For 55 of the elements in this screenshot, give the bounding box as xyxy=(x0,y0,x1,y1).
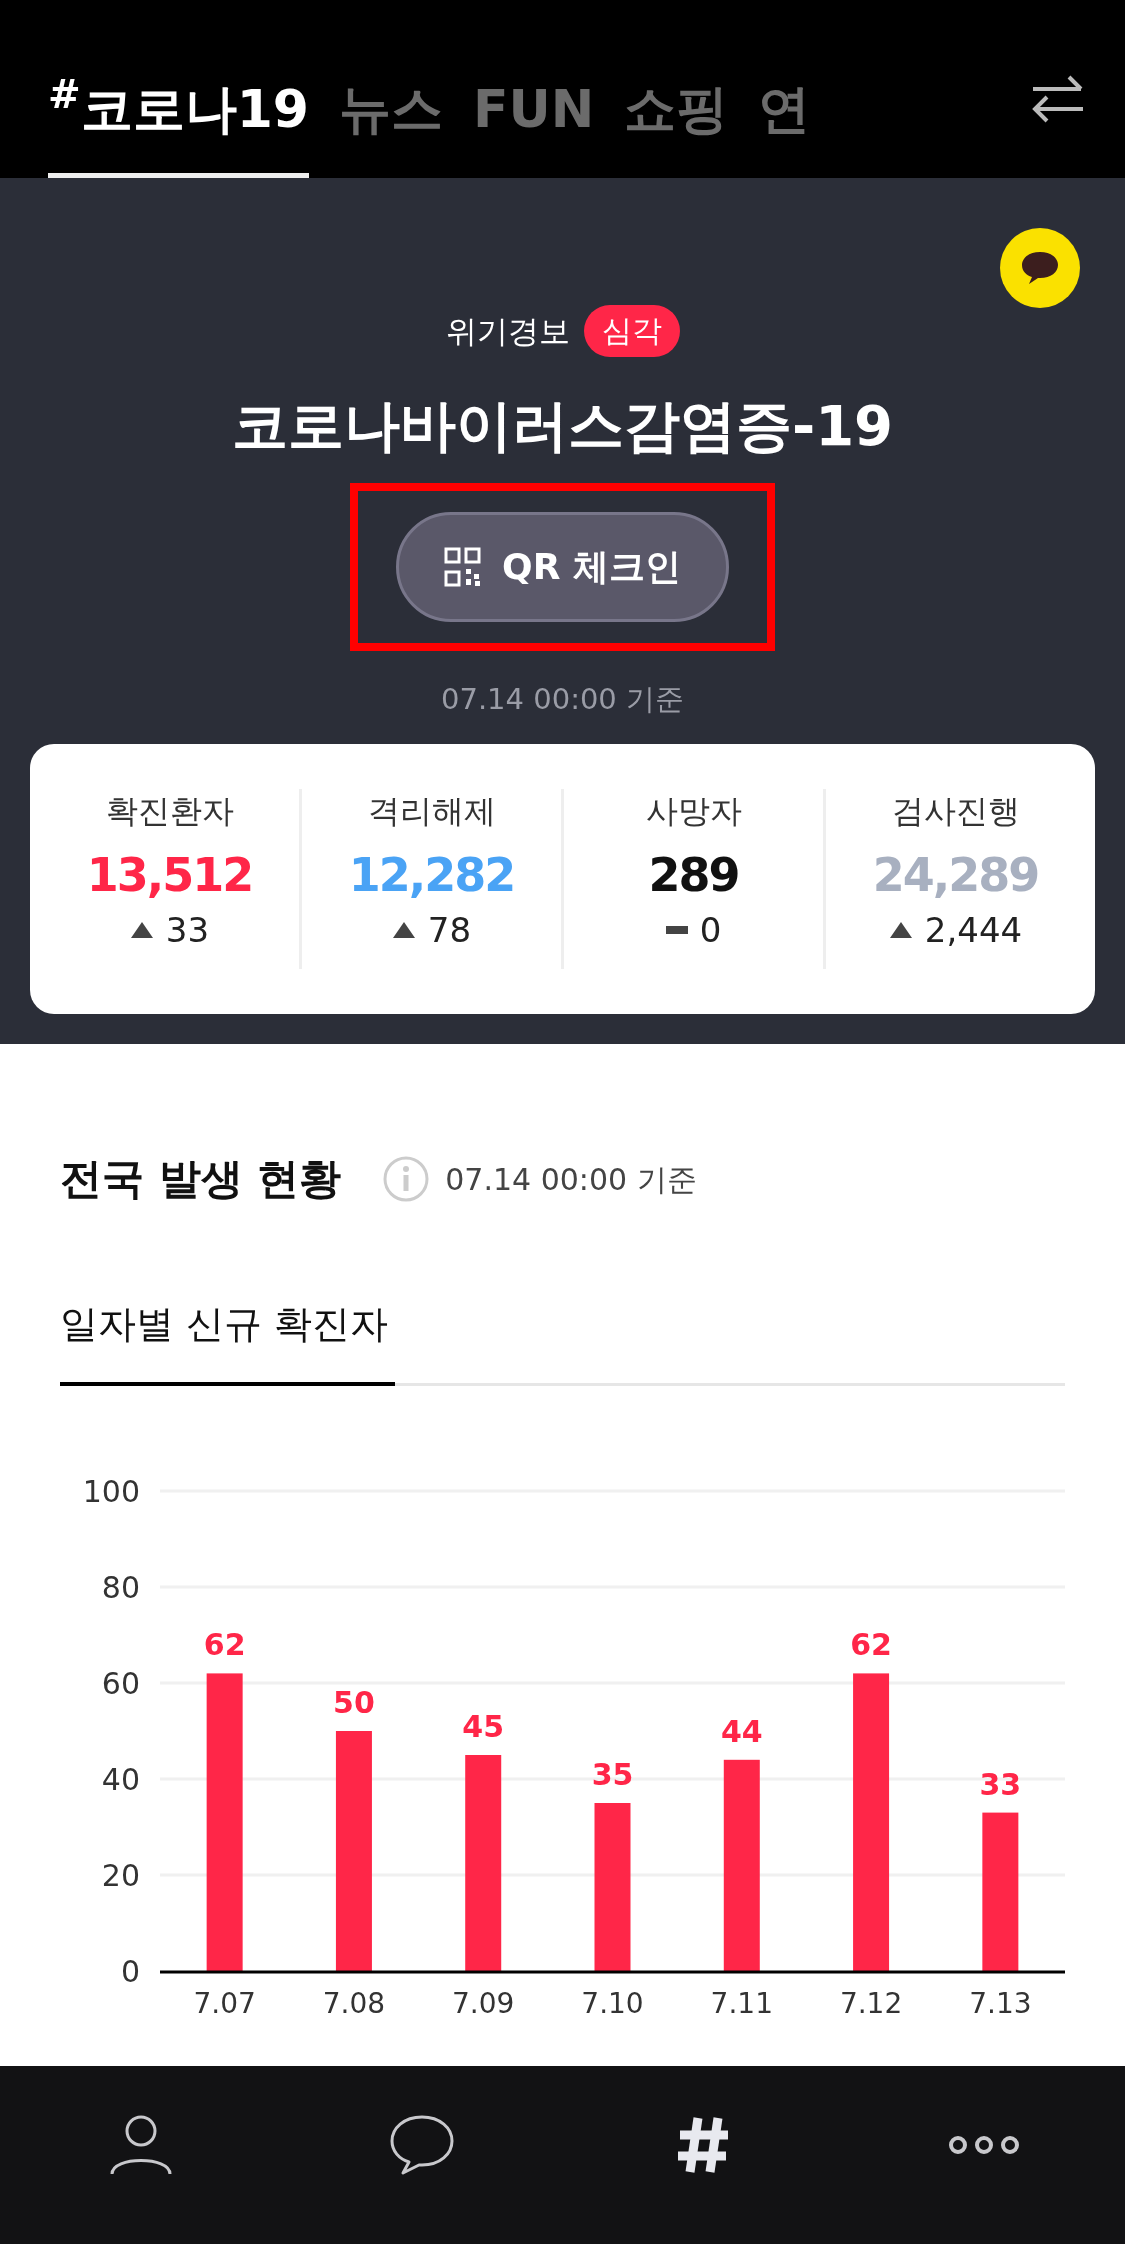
stat-delta: 2,444 xyxy=(924,909,1023,952)
chart-tab[interactable]: 일자별 신규 확진자 xyxy=(60,1296,395,1386)
bar-value-label: 45 xyxy=(462,1709,505,1744)
stat-value: 13,512 xyxy=(86,847,253,904)
y-axis-label: 100 xyxy=(82,1474,140,1509)
alert-level-badge: 심각 xyxy=(583,305,680,357)
bar-value-label: 62 xyxy=(850,1627,892,1663)
section-title: 전국 발생 현황 xyxy=(60,1153,342,1205)
alert-label: 위기경보 xyxy=(445,311,570,351)
swap-arrows-icon[interactable] xyxy=(1031,75,1085,123)
category-tab[interactable]: 뉴스 xyxy=(339,43,444,178)
bar-value-label: 35 xyxy=(591,1757,634,1792)
hash-icon[interactable] xyxy=(676,2116,731,2174)
person-icon[interactable] xyxy=(108,2114,173,2176)
more-icon[interactable] xyxy=(948,2135,1021,2155)
bar-value-label: 62 xyxy=(203,1627,246,1663)
stat-value: 12,282 xyxy=(348,847,515,904)
stat-delta: 78 xyxy=(427,909,472,952)
speech-bubble-icon[interactable] xyxy=(388,2114,455,2176)
qr-check-in-button[interactable]: QR 체크인 xyxy=(396,512,729,622)
dash-icon xyxy=(665,926,688,934)
stat-value: 289 xyxy=(648,847,739,904)
stat-label: 사망자 xyxy=(645,791,742,832)
stat-delta: 33 xyxy=(165,909,210,952)
up-triangle-icon xyxy=(391,921,416,939)
qr-code-icon xyxy=(444,547,483,587)
y-axis-label: 20 xyxy=(101,1858,140,1893)
section-update-time: 07.14 00:00 기준 xyxy=(445,1160,697,1199)
up-triangle-icon xyxy=(129,921,154,939)
x-axis-label: 7.07 xyxy=(193,1987,256,2020)
x-axis-label: 7.10 xyxy=(581,1987,644,2020)
category-tab[interactable]: 연 xyxy=(758,43,811,178)
category-tab[interactable]: FUN xyxy=(473,43,595,178)
x-axis-label: 7.13 xyxy=(969,1987,1032,2020)
stat-delta: 0 xyxy=(699,909,722,952)
bar-value-label: 50 xyxy=(333,1685,375,1720)
stat-label: 격리해제 xyxy=(367,791,496,832)
x-axis-label: 7.09 xyxy=(452,1987,515,2020)
x-axis-label: 7.08 xyxy=(322,1987,386,2020)
category-tab[interactable]: 쇼핑 xyxy=(624,43,729,178)
speech-bubble-icon xyxy=(1020,250,1060,286)
y-axis-label: 80 xyxy=(101,1570,140,1605)
disease-title: 코로나바이러스감염증-19 xyxy=(231,392,894,460)
x-axis-label: 7.11 xyxy=(710,1987,773,2020)
stat-label: 검사진행 xyxy=(891,791,1020,832)
up-triangle-icon xyxy=(888,921,913,939)
stat-value: 24,289 xyxy=(872,847,1039,904)
y-axis-label: 0 xyxy=(120,1954,140,1989)
y-axis-label: 60 xyxy=(101,1666,140,1701)
bar-value-label: 44 xyxy=(720,1713,763,1749)
x-axis-label: 7.12 xyxy=(839,1987,903,2020)
y-axis-label: 40 xyxy=(101,1762,140,1797)
update-time: 07.14 00:00 기준 xyxy=(441,681,684,718)
stat-label: 확진환자 xyxy=(105,791,234,832)
bar-value-label: 33 xyxy=(979,1766,1022,1802)
